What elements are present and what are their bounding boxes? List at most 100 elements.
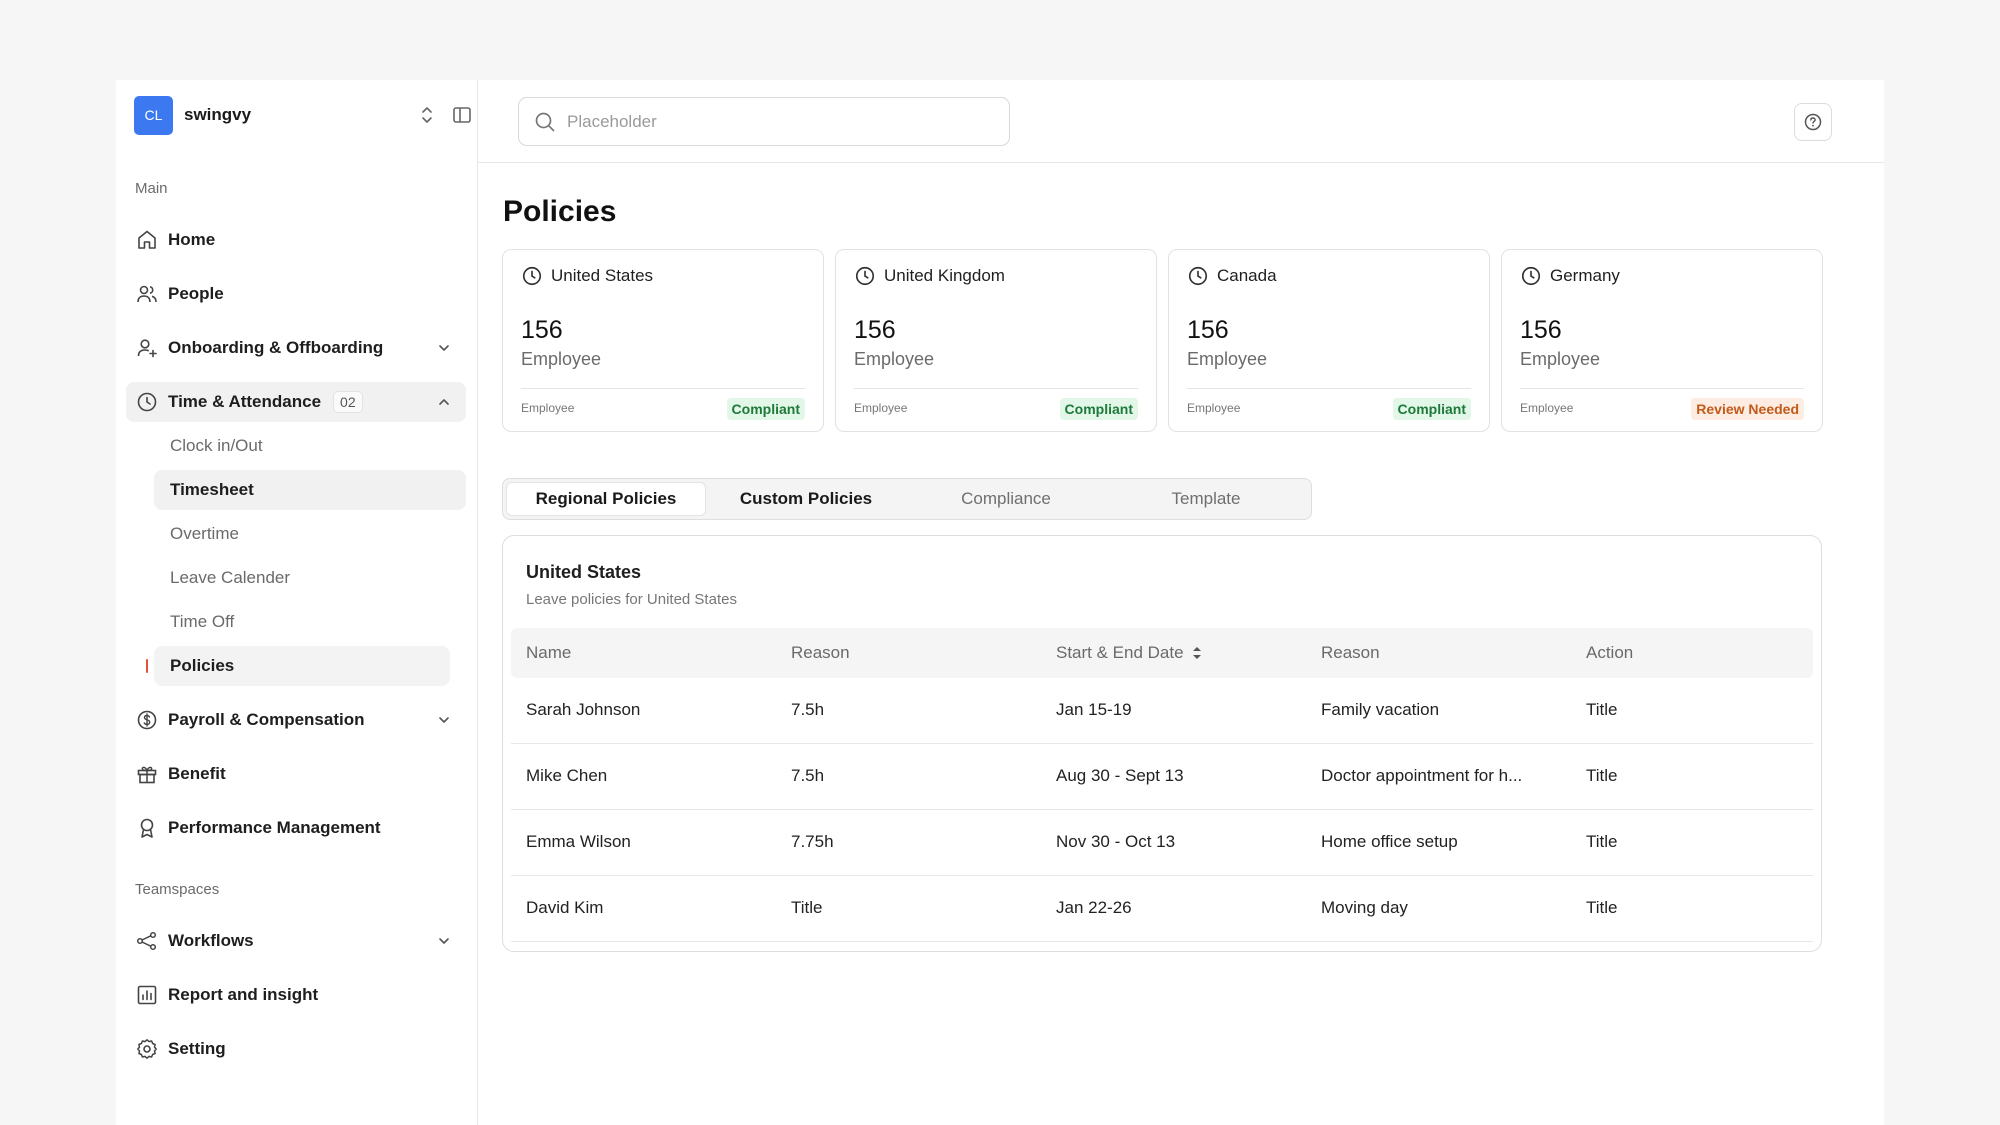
main-content: Policies United States 156 Employee Empl… [478,80,1884,1125]
cell-reason: Title [791,898,823,917]
sidebar-item-label: Benefit [168,764,226,783]
chevron-updown-icon[interactable] [418,104,436,126]
sidebar-item-home[interactable]: Home [126,220,466,260]
sidebar-item-setting[interactable]: Setting [126,1029,466,1069]
chevron-down-icon[interactable] [436,712,452,728]
sidebar-item-time-attendance[interactable]: Time & Attendance 02 [126,382,466,422]
cell-reason-2: Doctor appointment for h... [1321,766,1523,785]
sidebar-toggle-icon[interactable] [452,105,472,125]
search-box[interactable] [518,97,1010,146]
search-icon [535,112,555,131]
sidebar-item-report[interactable]: Report and insight [126,975,466,1015]
award-icon [134,815,160,841]
tab-template[interactable]: Template [1106,482,1306,516]
table-title: United States [526,562,642,582]
top-bar [478,80,1884,163]
card-header: Germany [1520,265,1620,287]
employee-count: 156 [1520,316,1562,344]
employee-count: 156 [521,316,563,344]
workflow-icon [134,928,160,954]
gear-icon [134,1036,160,1062]
count-badge: 02 [333,391,363,413]
column-header-reason-2[interactable]: Reason [1321,643,1380,663]
employee-count: 156 [1187,316,1229,344]
table-header: Name Reason Start & End Date Reason Acti… [511,628,1813,678]
clock-icon [134,389,160,415]
sidebar-item-performance[interactable]: Performance Management [126,808,466,848]
tab-compliance[interactable]: Compliance [906,482,1106,516]
workspace-switcher[interactable]: CL swingvy [134,95,471,135]
country-card-united-states[interactable]: United States 156 Employee Employee Comp… [502,249,824,432]
status-badge: Compliant [1059,398,1138,420]
employee-unit: Employee [521,349,602,369]
country-card-canada[interactable]: Canada 156 Employee Employee Compliant [1168,249,1490,432]
column-header-action[interactable]: Action [1586,643,1633,663]
sidebar-item-label: People [168,284,224,303]
table-row[interactable]: Sarah Johnson 7.5h Jan 15-19 Family vaca… [511,678,1813,744]
cell-reason: 7.75h [791,832,834,851]
table-subtitle: Leave policies for United States [526,591,737,608]
search-input[interactable] [567,111,987,132]
sidebar-item-payroll[interactable]: Payroll & Compensation [126,700,466,740]
sidebar-item-label: Setting [168,1039,226,1058]
cell-name: Sarah Johnson [526,700,641,719]
tab-regional-policies[interactable]: Regional Policies [506,482,706,516]
sidebar-subitem-overtime[interactable]: Overtime [154,514,466,554]
app-window: CL swingvy Main Home People Onboarding &… [116,80,1884,1125]
people-icon [134,281,160,307]
sidebar-item-people[interactable]: People [126,274,466,314]
table-row[interactable]: Emma Wilson 7.75h Nov 30 - Oct 13 Home o… [511,810,1813,876]
policies-table-card: United States Leave policies for United … [502,535,1822,952]
clock-icon [1521,266,1541,286]
cell-action[interactable]: Title [1586,766,1618,786]
cell-action[interactable]: Title [1586,700,1618,720]
sidebar-item-benefit[interactable]: Benefit [126,754,466,794]
cell-date: Jan 22-26 [1056,898,1132,917]
column-header-reason[interactable]: Reason [791,643,850,663]
column-header-date[interactable]: Start & End Date [1056,643,1204,663]
table-row[interactable]: David Kim Title Jan 22-26 Moving day Tit… [511,876,1813,942]
chevron-down-icon[interactable] [436,340,452,356]
sidebar-item-label: Time & Attendance [168,392,322,411]
country-card-germany[interactable]: Germany 156 Employee Employee Review Nee… [1501,249,1823,432]
cell-action[interactable]: Title [1586,898,1618,918]
cell-name: Emma Wilson [526,832,631,851]
cell-date: Jan 15-19 [1056,700,1132,719]
sidebar-item-workflows[interactable]: Workflows [126,921,466,961]
column-header-label: Start & End Date [1056,643,1184,662]
status-badge: Compliant [1392,398,1471,420]
chevron-up-icon[interactable] [436,394,452,410]
sidebar-subitem-timesheet[interactable]: Timesheet [154,470,466,510]
cell-date: Aug 30 - Sept 13 [1056,766,1184,785]
cell-action[interactable]: Title [1586,832,1618,852]
help-icon [1804,113,1822,131]
sort-icon[interactable] [1190,644,1204,662]
sidebar-item-label: Payroll & Compensation [168,710,365,729]
sidebar-item-onboarding[interactable]: Onboarding & Offboarding [126,328,466,368]
column-header-name[interactable]: Name [526,643,571,663]
sidebar-subitem-leave-calender[interactable]: Leave Calender [154,558,466,598]
tab-custom-policies[interactable]: Custom Policies [706,482,906,516]
chevron-down-icon[interactable] [436,933,452,949]
card-foot-label: Employee [1520,401,1574,415]
divider [854,388,1138,389]
policy-tabs: Regional Policies Custom Policies Compli… [502,478,1312,520]
workspace-avatar: CL [134,95,173,135]
card-header: Canada [1187,265,1277,287]
help-button[interactable] [1794,103,1832,141]
sidebar-subitem-time-off[interactable]: Time Off [154,602,466,642]
cell-reason-2: Moving day [1321,898,1408,917]
country-card-united-kingdom[interactable]: United Kingdom 156 Employee Employee Com… [835,249,1157,432]
sidebar-subitem-policies[interactable]: Policies [154,646,450,686]
workspace-name: swingvy [184,105,252,124]
status-badge: Review Needed [1691,398,1804,420]
card-country: Canada [1217,266,1277,285]
home-icon [134,227,160,253]
employee-count: 156 [854,316,896,344]
sidebar-subitem-clock-in-out[interactable]: Clock in/Out [154,426,466,466]
user-plus-icon [134,335,160,361]
cell-name: David Kim [526,898,604,917]
section-label-teamspaces: Teamspaces [135,881,220,898]
table-row[interactable]: Mike Chen 7.5h Aug 30 - Sept 13 Doctor a… [511,744,1813,810]
cell-reason-2: Family vacation [1321,700,1440,719]
